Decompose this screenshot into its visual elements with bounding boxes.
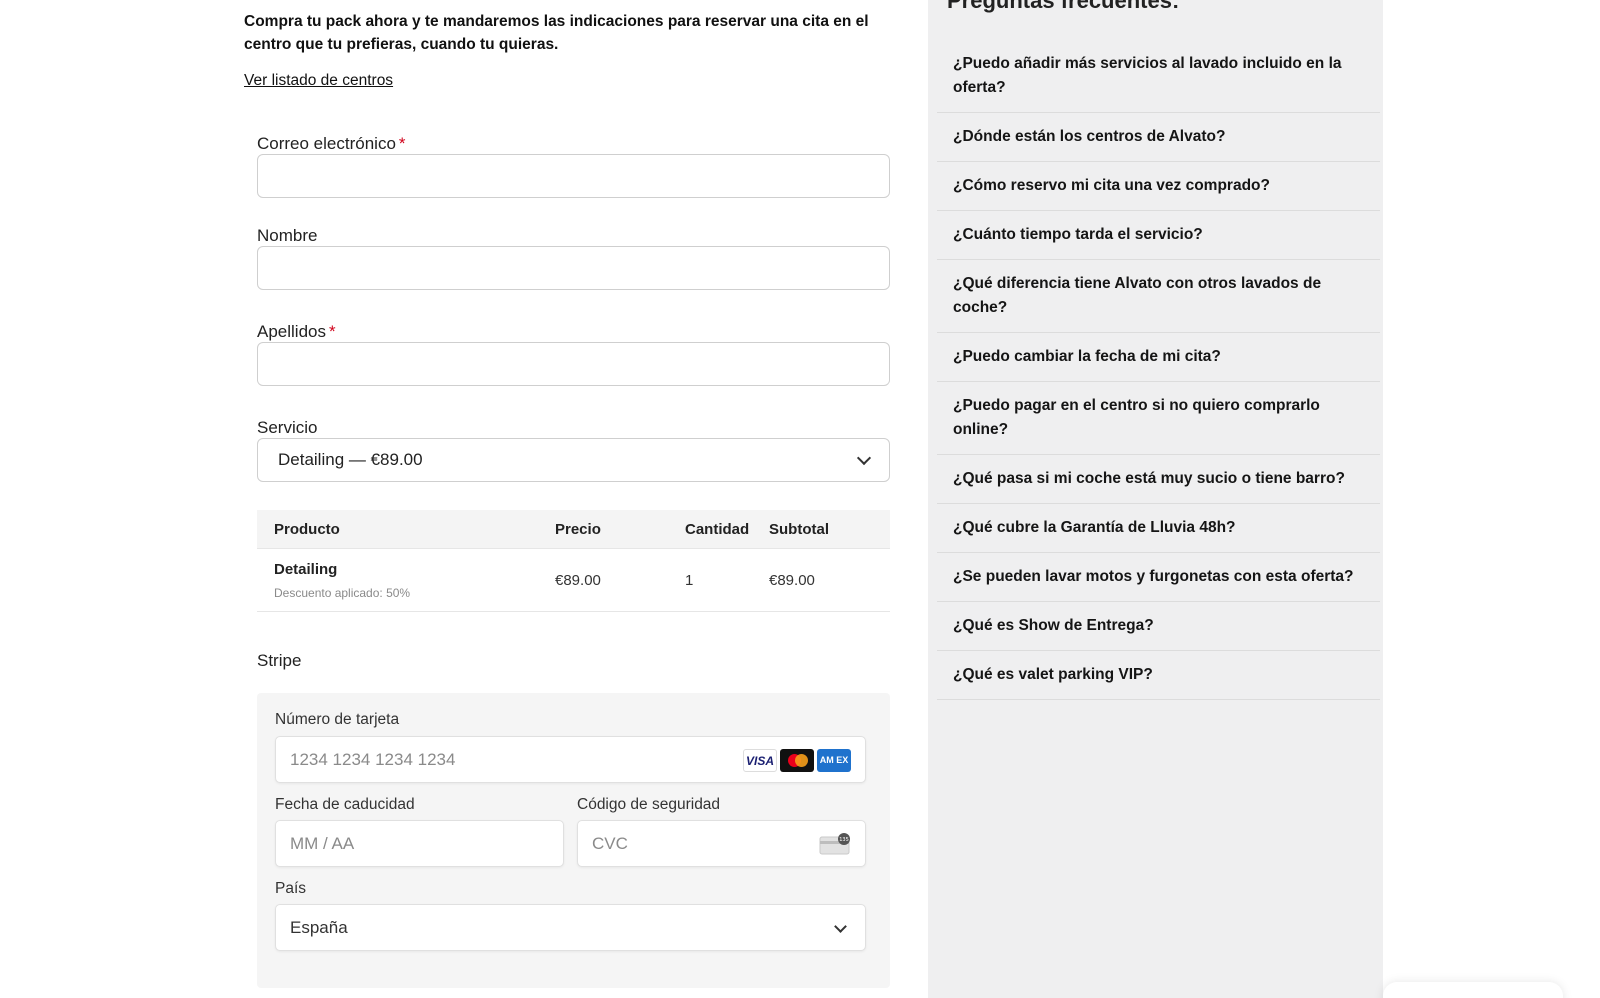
faq-item[interactable]: ¿Qué diferencia tiene Alvato con otros l… [937, 260, 1380, 333]
email-label: Correo electrónico * [257, 134, 406, 154]
expiry-placeholder: MM / AA [290, 833, 355, 853]
card-brands: VISA AM EX [743, 749, 851, 772]
faq-item[interactable]: ¿Puedo añadir más servicios al lavado in… [937, 40, 1380, 113]
product-table: Producto Precio Cantidad Subtotal Detail… [257, 510, 890, 612]
card-number-placeholder: 1234 1234 1234 1234 [290, 749, 456, 769]
country-label: País [275, 880, 307, 897]
faq-item[interactable]: ¿Puedo pagar en el centro si no quiero c… [937, 382, 1380, 455]
card-number-input[interactable]: 1234 1234 1234 1234 VISA AM EX [275, 736, 866, 783]
chevron-down-icon [834, 920, 847, 933]
expiry-label: Fecha de caducidad [275, 796, 415, 813]
product-cell: Detailing Descuento aplicado: 50% [257, 561, 555, 600]
product-table-header: Producto Precio Cantidad Subtotal [257, 510, 890, 548]
faq-item[interactable]: ¿Qué es valet parking VIP? [937, 651, 1380, 700]
header-precio: Precio [555, 520, 601, 538]
faq-item[interactable]: ¿Puedo cambiar la fecha de mi cita? [937, 333, 1380, 382]
expiry-input[interactable]: MM / AA [275, 820, 564, 867]
floating-widget[interactable] [1383, 982, 1563, 998]
product-discount: Descuento aplicado: 50% [274, 585, 411, 600]
visa-icon: VISA [743, 749, 777, 772]
table-row: Detailing Descuento aplicado: 50% €89.00… [257, 548, 890, 612]
apellidos-label-text: Apellidos [257, 322, 326, 341]
apellidos-field[interactable] [257, 342, 890, 386]
centers-list-link[interactable]: Ver listado de centros [244, 72, 393, 90]
country-select[interactable]: España [275, 904, 866, 951]
email-field[interactable] [257, 154, 890, 198]
product-subtotal: €89.00 [769, 571, 815, 589]
header-subtotal: Subtotal [769, 520, 829, 538]
required-mark: * [398, 134, 406, 153]
cvc-card-icon: 135 [819, 833, 850, 855]
amex-icon: AM EX [817, 749, 851, 772]
faq-item[interactable]: ¿Cuánto tiempo tarda el servicio? [937, 211, 1380, 260]
servicio-select[interactable]: Detailing — €89.00 [257, 438, 890, 482]
faq-item[interactable]: ¿Dónde están los centros de Alvato? [937, 113, 1380, 162]
cvc-placeholder: CVC [592, 833, 628, 853]
cvc-icon-text: 135 [839, 837, 849, 843]
required-mark: * [329, 322, 336, 341]
servicio-label: Servicio [257, 418, 318, 437]
nombre-field[interactable] [257, 246, 890, 290]
stripe-payment-box: Número de tarjeta 1234 1234 1234 1234 VI… [257, 693, 890, 988]
faq-title: Preguntas frecuentes: [947, 0, 1180, 13]
faq-list: ¿Puedo añadir más servicios al lavado in… [937, 40, 1380, 700]
cvc-input[interactable]: CVC 135 [577, 820, 866, 867]
intro-text: Compra tu pack ahora y te mandaremos las… [244, 13, 869, 53]
faq-item[interactable]: ¿Cómo reservo mi cita una vez comprado? [937, 162, 1380, 211]
email-label-text: Correo electrónico [257, 134, 396, 153]
cvc-label: Código de seguridad [577, 796, 721, 813]
faq-item[interactable]: ¿Qué pasa si mi coche está muy sucio o t… [937, 455, 1380, 504]
nombre-label: Nombre [257, 226, 318, 245]
payment-method-title: Stripe [257, 651, 302, 670]
card-number-label: Número de tarjeta [275, 711, 400, 728]
country-selected-value: España [290, 917, 348, 937]
product-quantity: 1 [685, 571, 694, 589]
chevron-down-icon [856, 450, 872, 465]
header-cantidad: Cantidad [685, 520, 750, 538]
product-price: €89.00 [555, 571, 601, 589]
mastercard-circle-yellow [795, 754, 808, 767]
apellidos-label: Apellidos * [257, 322, 336, 342]
mastercard-icon [780, 749, 814, 772]
servicio-selected-value: Detailing — €89.00 [278, 450, 423, 469]
faq-item[interactable]: ¿Qué cubre la Garantía de Lluvia 48h? [937, 504, 1380, 553]
product-name: Detailing [274, 560, 338, 578]
header-producto: Producto [274, 520, 340, 538]
faq-item[interactable]: ¿Se pueden lavar motos y furgonetas con … [937, 553, 1380, 602]
faq-item[interactable]: ¿Qué es Show de Entrega? [937, 602, 1380, 651]
